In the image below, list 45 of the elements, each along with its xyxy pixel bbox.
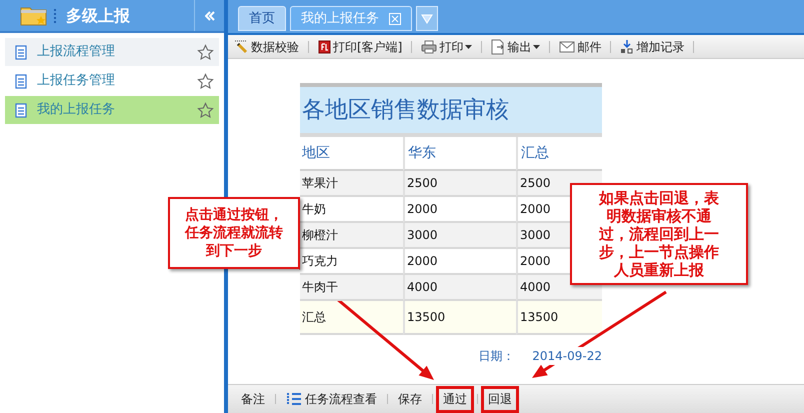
callout: 点击通过按钮，任务流程就流转到下一步 xyxy=(168,197,300,269)
total-cell: 13500 xyxy=(516,301,602,335)
printer-icon xyxy=(421,40,438,54)
list-icon xyxy=(286,392,302,406)
table-cell: 2000 xyxy=(403,197,516,223)
toolbar-button[interactable]: 增加记录 xyxy=(618,38,686,56)
toolbar-button[interactable]: 数据校验 xyxy=(232,38,301,56)
total-cell: 13500 xyxy=(403,301,516,335)
report-title: 各地区销售数据审核 xyxy=(300,87,602,133)
table-cell: 柳橙汁 xyxy=(300,223,403,249)
date-label: 日期： xyxy=(478,348,514,365)
item-label: 我的上报任务 xyxy=(37,101,116,120)
table-cell: 牛肉干 xyxy=(300,275,403,301)
collapse-icon xyxy=(204,10,214,20)
tab[interactable]: 首页 xyxy=(238,6,286,31)
star-icon[interactable] xyxy=(197,72,214,90)
sidebar-item[interactable]: 上报流程管理 xyxy=(5,38,219,66)
table-cell: 3000 xyxy=(403,223,516,249)
toolbar-button[interactable]: 邮件 xyxy=(557,38,604,56)
document-export-icon xyxy=(491,38,506,54)
date-value: 2014-09-22 xyxy=(532,347,602,365)
folder-icon xyxy=(20,4,48,26)
toolbar-button[interactable]: 备注 xyxy=(234,386,272,412)
item-label: 上报任务管理 xyxy=(37,72,116,90)
star-icon[interactable] xyxy=(197,44,214,60)
item-label: 上报流程管理 xyxy=(37,43,116,62)
toolbar-button[interactable]: 任务流程查看 xyxy=(279,386,384,412)
toolbar-button[interactable]: 输出 xyxy=(489,38,542,56)
total-cell: 汇总 xyxy=(300,301,403,335)
table-cell: 苹果汁 xyxy=(300,171,403,197)
add-record-icon xyxy=(620,39,634,54)
table-cell: 4000 xyxy=(403,275,516,301)
toolbar-button[interactable]: 保存 xyxy=(391,386,429,412)
table-cell: 2500 xyxy=(403,171,516,197)
star-icon[interactable] xyxy=(197,102,214,118)
sidebar-title: 多级上报 xyxy=(66,4,131,26)
toolbar-button[interactable]: 回退 xyxy=(481,386,519,412)
mail-icon xyxy=(559,40,576,52)
pencil-icon xyxy=(234,39,249,54)
dropdown-icon xyxy=(421,14,433,24)
toolbar-button[interactable]: 打印 xyxy=(419,38,474,56)
close-icon[interactable] xyxy=(389,12,401,24)
toolbar-button[interactable]: 打印[客户端] xyxy=(316,38,404,56)
table-cell: 2000 xyxy=(403,249,516,275)
toolbar-button[interactable]: 通过 xyxy=(436,386,474,412)
